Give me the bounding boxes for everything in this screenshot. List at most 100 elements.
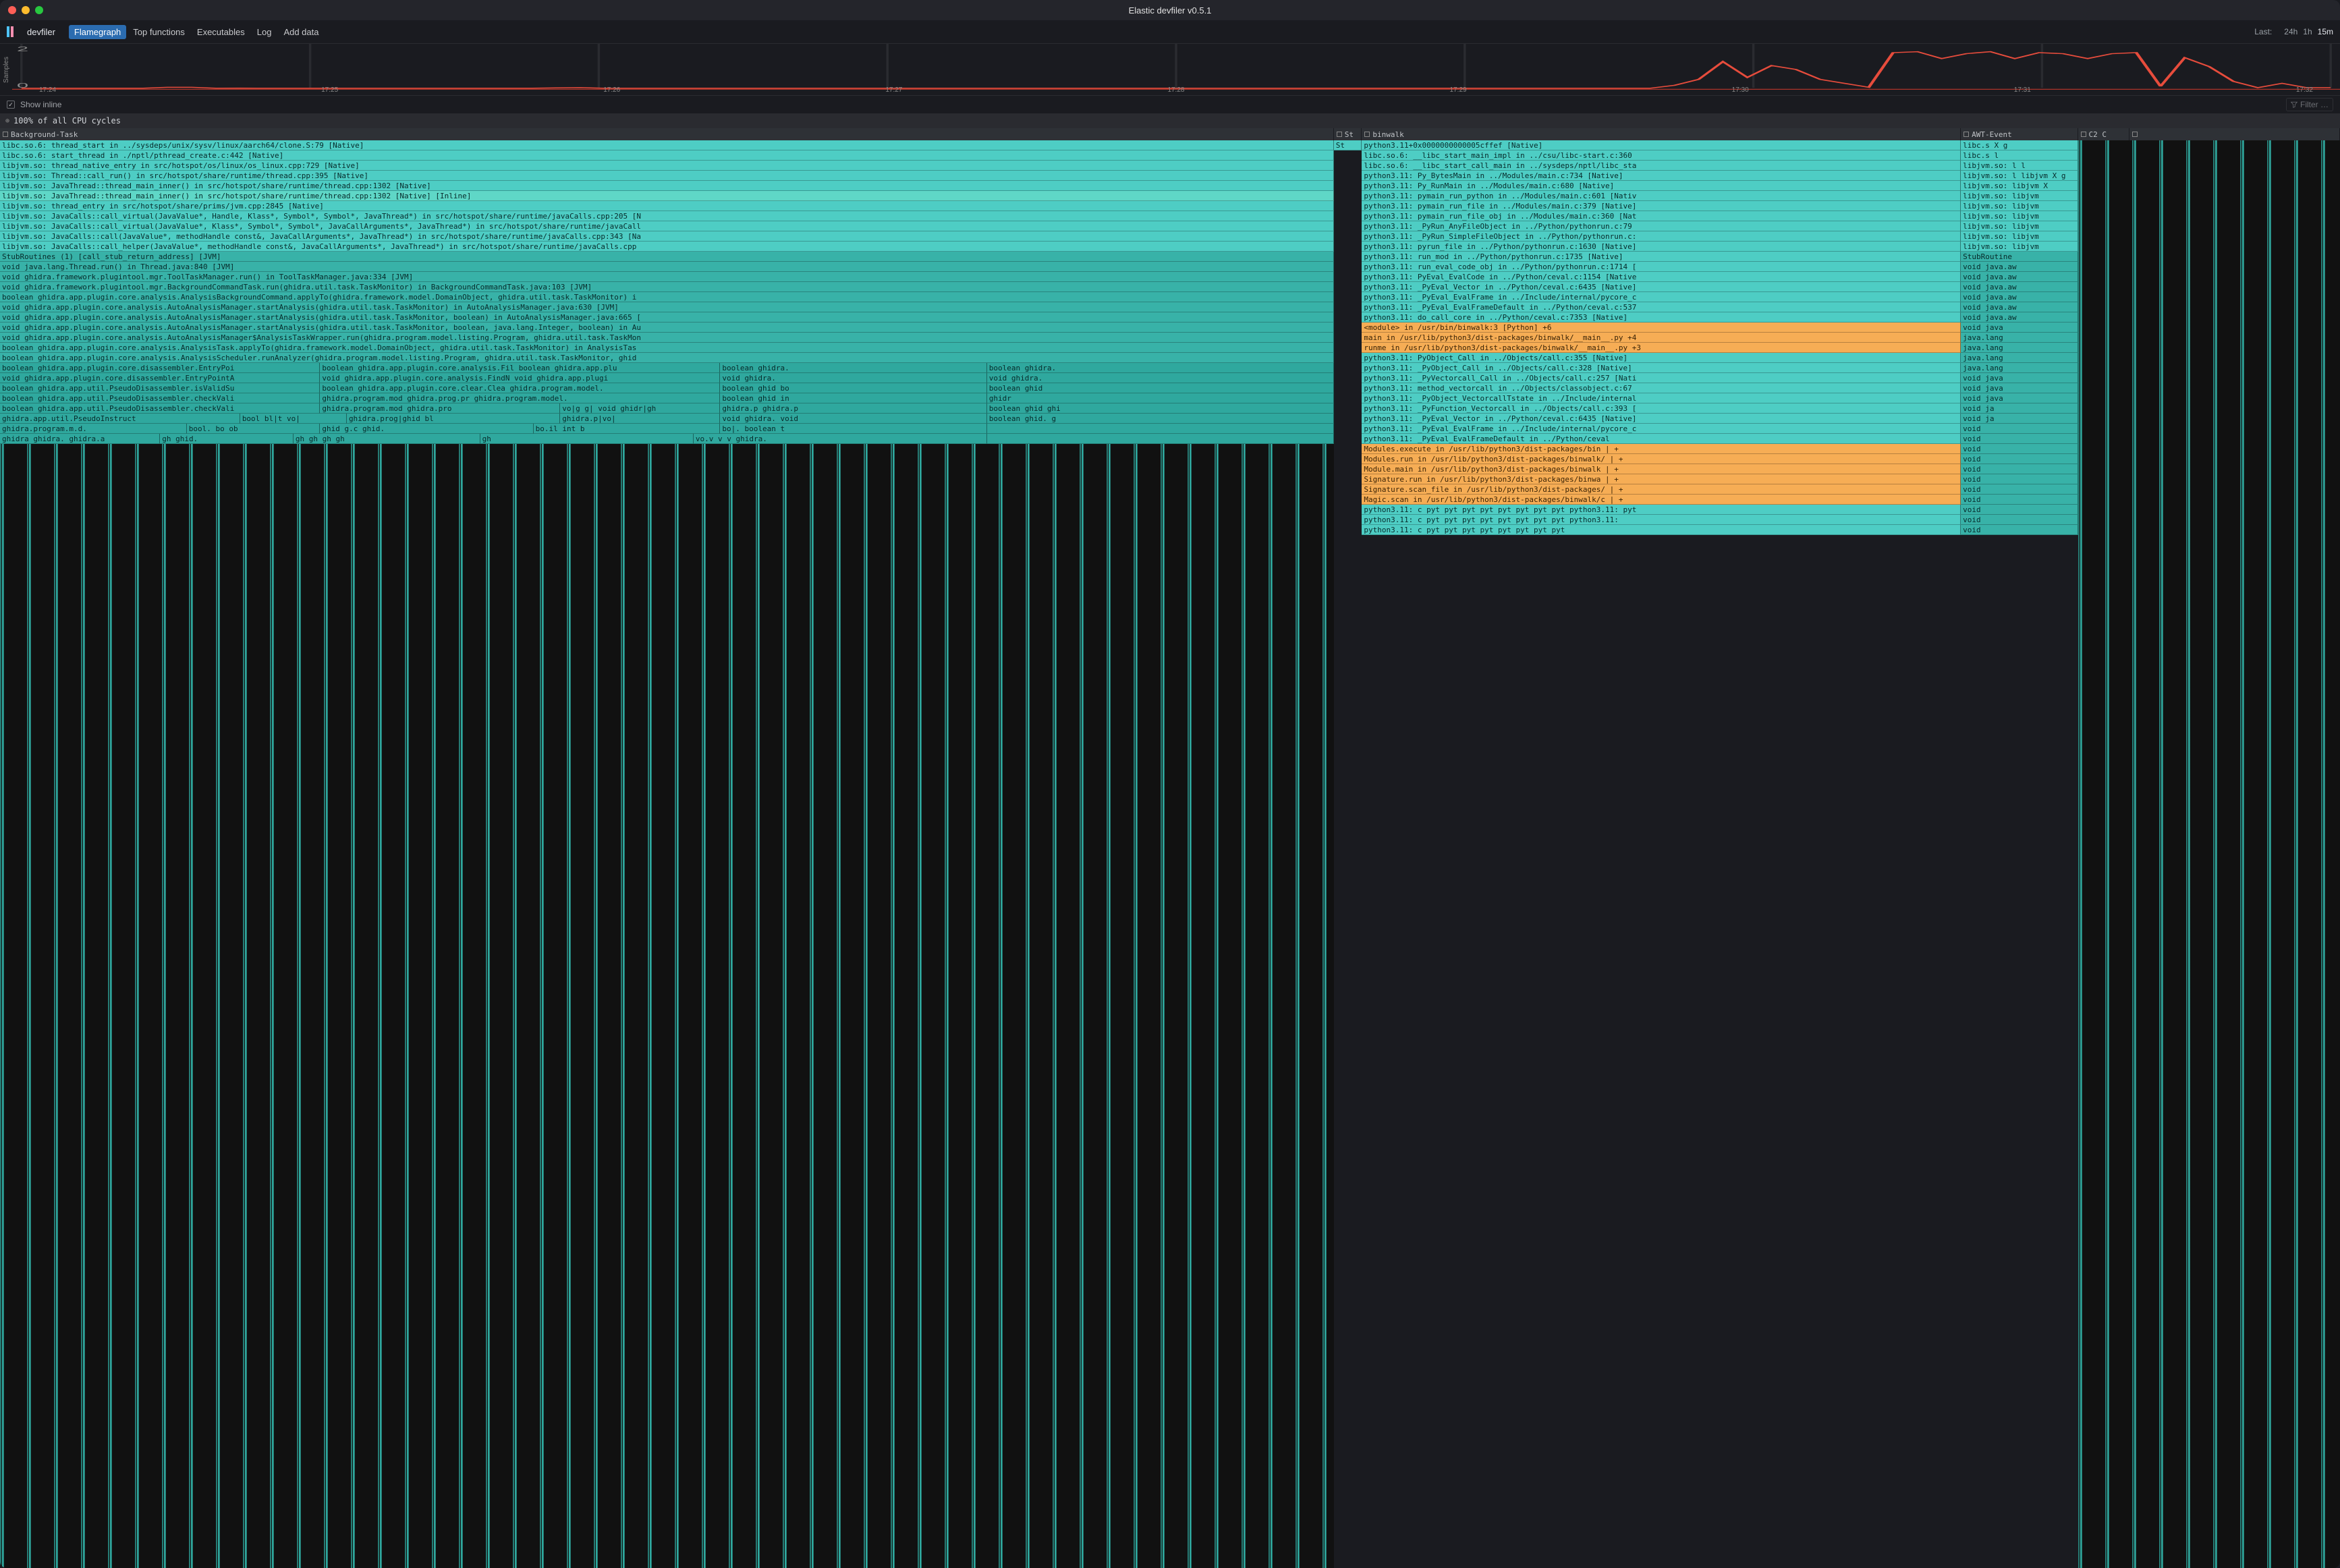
- flame-frame[interactable]: python3.11: method_vectorcall in ../Obje…: [1362, 383, 1961, 393]
- expand-icon[interactable]: [1963, 132, 1969, 137]
- time-range-15m[interactable]: 15m: [2318, 27, 2333, 36]
- flame-frame[interactable]: python3.11: c pyt pyt pyt pyt pyt pyt py…: [1362, 505, 1961, 515]
- flame-frame[interactable]: boolean ghid bo: [720, 383, 986, 393]
- flame-frame[interactable]: boolean ghidra.app.plugin.core.clear.Cle…: [320, 383, 720, 393]
- root-frame[interactable]: ⊕ 100% of all CPU cycles: [0, 113, 2340, 128]
- flame-frame[interactable]: void java: [1961, 383, 2078, 393]
- flame-frame[interactable]: void java.aw: [1961, 292, 2078, 302]
- flame-frame[interactable]: void ghidra.app.plugin.core.analysis.Fin…: [320, 373, 720, 383]
- expand-icon[interactable]: [1364, 132, 1370, 137]
- flame-frame[interactable]: gh gh gh gh: [294, 434, 480, 444]
- flame-frame[interactable]: void: [1961, 464, 2078, 474]
- flame-frame[interactable]: ghidra ghidra. ghidra.a: [0, 434, 160, 444]
- flame-frame[interactable]: void ghidra.app.plugin.core.analysis.Aut…: [0, 333, 1334, 343]
- flame-frame[interactable]: [987, 424, 1334, 434]
- flame-frame[interactable]: void: [1961, 525, 2078, 535]
- flame-frame[interactable]: Modules.run in /usr/lib/python3/dist-pac…: [1362, 454, 1961, 464]
- flame-frame[interactable]: bo.il int b: [534, 424, 721, 434]
- flame-frame[interactable]: python3.11+0x0000000000005cffef [Native]: [1362, 140, 1961, 150]
- flame-frame[interactable]: python3.11: _PyEval_EvalFrameDefault in …: [1362, 434, 1961, 444]
- flame-frame[interactable]: ghidra.program.m.d.: [0, 424, 187, 434]
- flame-frame[interactable]: python3.11: run_eval_code_obj in ../Pyth…: [1362, 262, 1961, 272]
- flame-frame[interactable]: gh ghid.: [160, 434, 294, 444]
- flame-frame[interactable]: libjvm.so: JavaThread::thread_main_inner…: [0, 191, 1334, 201]
- filter-input[interactable]: Filter …: [2286, 98, 2333, 111]
- flame-frame[interactable]: libjvm.so: l libjvm X g: [1961, 171, 2078, 181]
- flame-frame[interactable]: void java.aw: [1961, 262, 2078, 272]
- flame-frame[interactable]: void: [1961, 454, 2078, 464]
- flame-frame[interactable]: java.lang: [1961, 333, 2078, 343]
- flame-frame[interactable]: boolean ghid. g: [987, 414, 1334, 424]
- expand-icon[interactable]: [2081, 132, 2086, 137]
- expand-icon[interactable]: [1337, 132, 1342, 137]
- flame-frame[interactable]: vo|g g| void ghidr|gh: [560, 403, 720, 414]
- flame-frame[interactable]: Module.main in /usr/lib/python3/dist-pac…: [1362, 464, 1961, 474]
- flame-frame[interactable]: boolean ghidra.app.plugin.core.disassemb…: [0, 363, 320, 373]
- flame-frame[interactable]: Modules.execute in /usr/lib/python3/dist…: [1362, 444, 1961, 454]
- flame-frame[interactable]: python3.11: pymain_run_file in ../Module…: [1362, 201, 1961, 211]
- expand-icon[interactable]: [2132, 132, 2138, 137]
- flame-frame[interactable]: ghidra.app.util.PseudoInstruct: [0, 414, 240, 424]
- flame-frame[interactable]: void: [1961, 495, 2078, 505]
- flame-frame[interactable]: python3.11: pymain_run_python in ../Modu…: [1362, 191, 1961, 201]
- flame-frame[interactable]: St: [1334, 140, 1362, 150]
- flame-frame[interactable]: [987, 434, 1334, 444]
- flame-frame[interactable]: boolean ghid: [987, 383, 1334, 393]
- flame-frame[interactable]: libjvm.so: libjvm X: [1961, 181, 2078, 191]
- nav-top-functions[interactable]: Top functions: [128, 25, 190, 39]
- flame-frame[interactable]: void ghidra.framework.plugintool.mgr.Bac…: [0, 282, 1334, 292]
- flame-frame[interactable]: libjvm.so: JavaCalls::call(JavaValue*, m…: [0, 231, 1334, 242]
- nav-add-data[interactable]: Add data: [278, 25, 324, 39]
- flame-frame[interactable]: Signature.scan_file in /usr/lib/python3/…: [1362, 484, 1961, 495]
- flame-frame[interactable]: Signature.run in /usr/lib/python3/dist-p…: [1362, 474, 1961, 484]
- flame-frame[interactable]: libc.so.6: start_thread in ./nptl/pthrea…: [0, 150, 1334, 161]
- flame-frame[interactable]: libjvm.so: JavaCalls::call_helper(JavaVa…: [0, 242, 1334, 252]
- flame-frame[interactable]: libjvm.so: thread_native_entry in src/ho…: [0, 161, 1334, 171]
- flame-frame[interactable]: python3.11: _PyVectorcall_Call in ../Obj…: [1362, 373, 1961, 383]
- column-binwalk[interactable]: binwalk: [1362, 128, 1961, 140]
- flame-frame[interactable]: python3.11: _PyRun_SimpleFileObject in .…: [1362, 231, 1961, 242]
- flame-frame[interactable]: void ghidra.app.plugin.core.analysis.Aut…: [0, 312, 1334, 323]
- flame-frame[interactable]: python3.11: c pyt pyt pyt pyt pyt pyt py…: [1362, 525, 1961, 535]
- column-background-task[interactable]: Background-Task: [0, 128, 1334, 140]
- flame-frame[interactable]: python3.11: _PyEval_EvalFrame in ../Incl…: [1362, 292, 1961, 302]
- flame-frame[interactable]: libjvm.so: thread_entry in src/hotspot/s…: [0, 201, 1334, 211]
- flame-frame[interactable]: ghidra.program.mod ghidra.pro: [320, 403, 560, 414]
- flame-frame[interactable]: libjvm.so: JavaCalls::call_virtual(JavaV…: [0, 221, 1334, 231]
- flame-frame[interactable]: void ghidra. void: [720, 414, 986, 424]
- time-range-1h[interactable]: 1h: [2303, 27, 2312, 36]
- flame-frame[interactable]: <module> in /usr/bin/binwalk:3 [Python] …: [1362, 323, 1961, 333]
- flame-frame[interactable]: void java: [1961, 373, 2078, 383]
- column-misc[interactable]: [2129, 128, 2340, 140]
- flame-frame[interactable]: libjvm.so: libjvm: [1961, 211, 2078, 221]
- flame-frame[interactable]: python3.11: _PyEval_EvalFrameDefault in …: [1362, 302, 1961, 312]
- flame-frame[interactable]: python3.11: PyObject_Call in ../Objects/…: [1362, 353, 1961, 363]
- flame-frame[interactable]: void: [1961, 515, 2078, 525]
- flame-frame[interactable]: libjvm.so: JavaCalls::call_virtual(JavaV…: [0, 211, 1334, 221]
- flame-frame[interactable]: python3.11: _PyEval_Vector in ../Python/…: [1362, 282, 1961, 292]
- flame-frame[interactable]: python3.11: _PyObject_VectorcallTstate i…: [1362, 393, 1961, 403]
- flame-frame[interactable]: python3.11: pymain_run_file_obj in ../Mo…: [1362, 211, 1961, 221]
- flame-frame[interactable]: ghid g.c ghid.: [320, 424, 533, 434]
- flame-frame[interactable]: void java: [1961, 393, 2078, 403]
- flame-frame[interactable]: libc.so.6: __libc_start_call_main in ../…: [1362, 161, 1961, 171]
- flame-frame[interactable]: main in /usr/lib/python3/dist-packages/b…: [1362, 333, 1961, 343]
- flame-frame[interactable]: boolean ghidra.app.util.PseudoDisassembl…: [0, 403, 320, 414]
- flame-frame[interactable]: libjvm.so: Thread::call_run() in src/hot…: [0, 171, 1334, 181]
- flame-frame[interactable]: boolean ghid in: [720, 393, 986, 403]
- flame-frame[interactable]: libjvm.so: JavaThread::thread_main_inner…: [0, 181, 1334, 191]
- minimize-icon[interactable]: [22, 6, 30, 14]
- flame-frame[interactable]: python3.11: c pyt pyt pyt pyt pyt pyt py…: [1362, 515, 1961, 525]
- flame-frame[interactable]: libjvm.so: libjvm: [1961, 231, 2078, 242]
- flame-frame[interactable]: void: [1961, 484, 2078, 495]
- flame-frame[interactable]: ghidra.prog|ghid bl: [347, 414, 560, 424]
- flame-frame[interactable]: bool. bo ob: [187, 424, 321, 434]
- flame-frame[interactable]: libc.s l: [1961, 150, 2078, 161]
- flame-frame[interactable]: bool bl|t vo|: [240, 414, 347, 424]
- flame-frame[interactable]: boolean ghidra.app.plugin.core.analysis.…: [0, 292, 1334, 302]
- flame-frame[interactable]: libjvm.so: l l: [1961, 161, 2078, 171]
- flame-frame[interactable]: void ghidra.framework.plugintool.mgr.Too…: [0, 272, 1334, 282]
- expand-icon[interactable]: [3, 132, 8, 137]
- nav-flamegraph[interactable]: Flamegraph: [69, 25, 126, 39]
- column-st[interactable]: St: [1334, 128, 1362, 140]
